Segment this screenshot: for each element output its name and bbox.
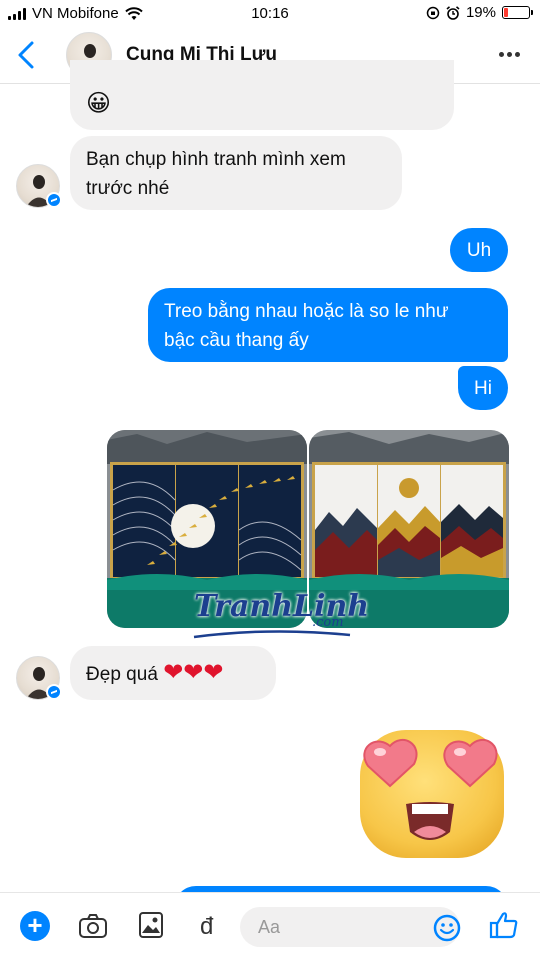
message-bubble-outgoing[interactable]: Treo bằng nhau hoặc là so le như bậc cầu… bbox=[148, 288, 508, 362]
thumbs-up-icon[interactable] bbox=[488, 909, 520, 941]
battery-icon bbox=[502, 6, 533, 19]
message-text: Đẹp quá ❤❤❤ bbox=[86, 659, 224, 686]
alarm-icon bbox=[446, 5, 460, 20]
orientation-lock-icon bbox=[426, 6, 440, 19]
more-horizontal-icon[interactable] bbox=[499, 52, 520, 57]
status-right: 19% bbox=[426, 4, 533, 21]
tranhlinh-watermark-logo: TranhLinh .com bbox=[190, 585, 369, 645]
messenger-badge-icon bbox=[46, 684, 62, 700]
chevron-left-icon[interactable] bbox=[14, 40, 38, 70]
message-bubble-incoming[interactable]: Bạn chụp hình tranh mình xem trước nhé bbox=[70, 136, 402, 210]
message-text-line: Bạn chụp hình tranh mình xem bbox=[86, 149, 346, 170]
image-icon[interactable] bbox=[138, 911, 164, 939]
message-bubble-incoming[interactable]: Đẹp quá ❤❤❤ bbox=[70, 646, 276, 700]
message-text: Uh bbox=[466, 240, 492, 261]
battery-percent: 19% bbox=[465, 4, 496, 21]
message-input[interactable] bbox=[258, 915, 418, 939]
heart-eyes-emoji-sticker[interactable] bbox=[354, 720, 510, 860]
message-emoji: 😀 bbox=[86, 90, 112, 117]
message-composer[interactable] bbox=[240, 907, 462, 947]
battery-level bbox=[504, 8, 508, 17]
message-text-line: Treo bằng nhau hoặc là so le như bbox=[164, 301, 449, 322]
messenger-badge-icon bbox=[46, 192, 62, 208]
message-bubble-incoming[interactable]: 😀 bbox=[70, 60, 454, 130]
message-text-line: trước nhé bbox=[86, 178, 170, 199]
message-text: Hi bbox=[474, 378, 492, 399]
emoji-icon[interactable] bbox=[432, 913, 462, 943]
watermark-domain: .com bbox=[312, 615, 344, 630]
message-bubble-outgoing[interactable]: Hi bbox=[458, 366, 508, 410]
plus-icon[interactable]: + bbox=[20, 911, 50, 941]
message-text-line: bậc cầu thang ấy bbox=[164, 330, 309, 351]
message-bubble-outgoing[interactable]: Uh bbox=[450, 228, 508, 272]
status-bar: VN Mobifone 10:16 19% bbox=[0, 0, 540, 28]
composer-bar: + đ bbox=[0, 892, 540, 960]
payment-icon[interactable]: đ bbox=[200, 913, 213, 941]
camera-icon[interactable] bbox=[78, 913, 108, 939]
